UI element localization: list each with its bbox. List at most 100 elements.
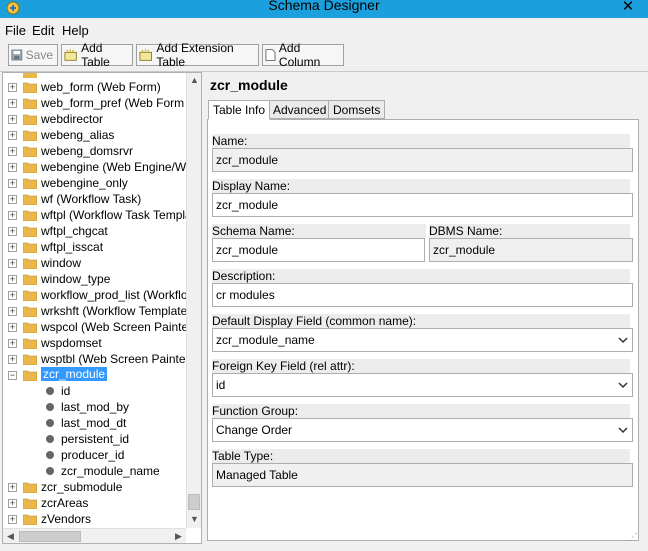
scroll-up-icon[interactable]: ▲: [187, 73, 201, 88]
add-extension-table-button[interactable]: Add Extension Table: [136, 41, 259, 69]
column-icon: [46, 435, 54, 443]
tree-column-item[interactable]: zcr_module_name: [3, 463, 187, 479]
menu-edit[interactable]: Edit: [32, 23, 54, 38]
tab-domsets[interactable]: Domsets: [328, 100, 386, 119]
function-group-select[interactable]: Change Order: [212, 418, 633, 442]
expand-icon[interactable]: +: [8, 307, 17, 316]
folder-icon: [22, 273, 38, 288]
add-column-button[interactable]: Add Column: [262, 41, 344, 69]
collapse-icon[interactable]: −: [8, 371, 17, 380]
schema-tree[interactable]: + web_form (Web Form) + web_form_pref (Web …: [2, 72, 202, 544]
folder-icon: [22, 113, 38, 128]
hscroll-thumb[interactable]: [19, 531, 81, 542]
tree-vertical-scrollbar[interactable]: ▲ ▼: [186, 73, 201, 528]
folder-icon: [22, 129, 38, 144]
tree-item[interactable]: + wrkshft (Workflow Template V: [3, 303, 199, 319]
chevron-down-icon[interactable]: [618, 427, 628, 434]
tree-item-label: zcrAreas: [41, 496, 89, 510]
menu-help[interactable]: Help: [62, 23, 89, 38]
tree-column-item[interactable]: persistent_id: [3, 431, 187, 447]
schema-name-field[interactable]: zcr_module: [212, 238, 425, 262]
column-icon: [46, 451, 54, 459]
expand-icon[interactable]: +: [8, 195, 17, 204]
folder-icon: [22, 289, 38, 304]
tree-column-item[interactable]: producer_id: [3, 447, 187, 463]
expand-icon[interactable]: +: [8, 291, 17, 300]
tree-item[interactable]: + zcr_submodule: [3, 479, 187, 495]
expand-icon[interactable]: +: [8, 83, 17, 92]
tree-item[interactable]: + workflow_prod_list (Workflow: [3, 287, 196, 304]
save-button[interactable]: Save: [8, 44, 58, 66]
display-name-field[interactable]: zcr_module: [212, 193, 633, 217]
tree-item[interactable]: + webeng_domsrvr: [3, 143, 187, 159]
tree-column-item[interactable]: id: [3, 383, 187, 399]
tab-table-info[interactable]: Table Info: [208, 100, 271, 120]
scroll-right-icon[interactable]: ▶: [171, 529, 186, 543]
expand-icon[interactable]: +: [8, 323, 17, 332]
chevron-down-icon[interactable]: [618, 382, 628, 389]
tree-item-label: webeng_domsrvr: [41, 144, 134, 158]
expand-icon[interactable]: +: [8, 243, 17, 252]
tree-item-label: wftpl (Workflow Task Templat: [41, 208, 196, 222]
foreign-key-field-value: id: [216, 378, 226, 392]
tree-item[interactable]: + window_type: [3, 271, 187, 287]
scroll-thumb[interactable]: [188, 494, 200, 510]
expand-icon[interactable]: +: [8, 131, 17, 140]
expand-icon[interactable]: +: [8, 211, 17, 220]
toolbar: Save Add Table Add Extension Table Add C…: [0, 41, 648, 72]
tab-advanced[interactable]: Advanced: [268, 100, 332, 119]
tree-item[interactable]: + zcrAreas: [3, 495, 187, 511]
tree-item[interactable]: + web_form (Web Form): [3, 79, 187, 95]
tree-item[interactable]: + wftpl (Workflow Task Templat: [3, 207, 195, 223]
add-table-button[interactable]: Add Table: [61, 41, 133, 69]
tree-item[interactable]: + webdirector: [3, 111, 187, 127]
chevron-down-icon[interactable]: [618, 337, 628, 344]
tree-item-label: webdirector: [41, 112, 104, 126]
dbms-name-field[interactable]: zcr_module: [429, 238, 633, 262]
expand-icon[interactable]: +: [8, 483, 17, 492]
expand-icon[interactable]: +: [8, 179, 17, 188]
tree-item[interactable]: + wf (Workflow Task): [3, 191, 187, 207]
tree-item[interactable]: + wsptbl (Web Screen Painter T: [3, 351, 200, 367]
expand-icon[interactable]: +: [8, 259, 17, 268]
description-field[interactable]: cr modules: [212, 283, 633, 307]
tree-item[interactable]: + wftpl_isscat: [3, 239, 187, 255]
expand-icon[interactable]: +: [8, 355, 17, 364]
scroll-left-icon[interactable]: ◀: [3, 529, 18, 543]
expand-icon[interactable]: +: [8, 147, 17, 156]
description-label: Description:: [212, 269, 630, 283]
expand-icon[interactable]: +: [8, 99, 17, 108]
tree-item[interactable]: + webengine (Web Engine/Web: [3, 159, 199, 175]
folder-icon: [22, 81, 38, 96]
tree-item[interactable]: + wspcol (Web Screen Painter C: [3, 319, 201, 335]
tree-item[interactable]: + wftpl_chgcat: [3, 223, 187, 239]
scroll-down-icon[interactable]: ▼: [187, 512, 201, 527]
tree-horizontal-scrollbar[interactable]: ◀ ▶: [3, 528, 186, 543]
folder-icon: [22, 177, 38, 192]
default-display-field-select[interactable]: zcr_module_name: [212, 328, 633, 352]
tree-item[interactable]: + zVendors: [3, 511, 187, 527]
foreign-key-field-select[interactable]: id: [212, 373, 633, 397]
expand-icon[interactable]: +: [8, 515, 17, 524]
tree-item[interactable]: − zcr_module: [3, 367, 187, 383]
table-type-field[interactable]: Managed Table: [212, 463, 633, 487]
save-label: Save: [25, 48, 53, 62]
expand-icon[interactable]: +: [8, 339, 17, 348]
expand-icon[interactable]: +: [8, 275, 17, 284]
tree-item[interactable]: + webengine_only: [3, 175, 187, 191]
menu-file[interactable]: File: [5, 23, 26, 38]
tree-item[interactable]: + window: [3, 255, 187, 271]
resize-grip-icon[interactable]: ⋰: [628, 532, 638, 543]
tree-column-item[interactable]: last_mod_by: [3, 399, 187, 415]
expand-icon[interactable]: +: [8, 499, 17, 508]
tree-item[interactable]: + wspdomset: [3, 335, 187, 351]
tree-column-item[interactable]: last_mod_dt: [3, 415, 187, 431]
tree-item[interactable]: + web_form_pref (Web Form Pr: [3, 95, 200, 111]
name-field[interactable]: zcr_module: [212, 148, 633, 172]
expand-icon[interactable]: +: [8, 115, 17, 124]
tree-item[interactable]: + webeng_alias: [3, 127, 187, 143]
close-icon[interactable]: ✕: [616, 0, 640, 17]
expand-icon[interactable]: +: [8, 227, 17, 236]
tree-item-label: wsptbl (Web Screen Painter T: [41, 352, 200, 366]
expand-icon[interactable]: +: [8, 163, 17, 172]
